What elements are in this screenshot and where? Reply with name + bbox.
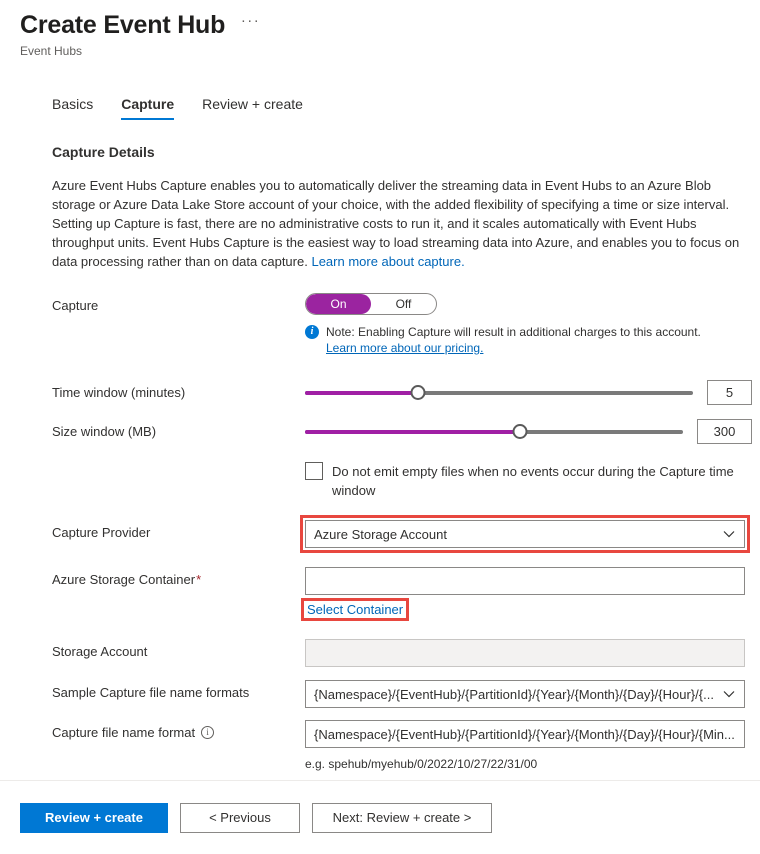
capture-provider-control: Azure Storage Account	[300, 515, 760, 553]
size-window-slider[interactable]	[305, 423, 683, 441]
chevron-down-icon	[722, 690, 736, 698]
capture-note-text: Note: Enabling Capture will result in ad…	[326, 325, 701, 339]
chevron-down-icon	[722, 530, 736, 538]
time-window-slider-thumb[interactable]	[410, 385, 426, 400]
capture-format-control: {Namespace}/{EventHub}/{PartitionId}/{Ye…	[305, 720, 760, 772]
select-container-link[interactable]: Select Container	[305, 601, 405, 618]
capture-label: Capture	[52, 298, 99, 313]
capture-format-value: {Namespace}/{EventHub}/{PartitionId}/{Ye…	[314, 726, 735, 742]
section-title: Capture Details	[52, 144, 155, 160]
next-review-create-button[interactable]: Next: Review + create >	[312, 802, 492, 833]
tab-capture[interactable]: Capture	[121, 95, 174, 120]
capture-toggle[interactable]: On Off	[305, 293, 437, 315]
storage-container-row: Azure Storage Container* Select Containe…	[52, 567, 760, 621]
capture-provider-row: Capture Provider Azure Storage Account	[52, 515, 760, 553]
skip-empty-label[interactable]: Do not emit empty files when no events o…	[332, 462, 742, 500]
capture-note-text-wrap: Note: Enabling Capture will result in ad…	[326, 324, 701, 356]
pricing-link[interactable]: Learn more about our pricing.	[326, 341, 483, 355]
more-options-icon[interactable]: ···	[241, 6, 261, 36]
form-content: Capture Details Azure Event Hubs Capture…	[0, 143, 760, 772]
capture-toggle-on[interactable]: On	[306, 294, 371, 314]
capture-format-example: e.g. spehub/myehub/0/2022/10/27/22/31/00	[305, 757, 538, 771]
review-create-button[interactable]: Review + create	[20, 802, 168, 833]
size-window-value[interactable]: 300	[697, 419, 752, 444]
size-window-control: 300	[305, 419, 760, 444]
tab-review-create[interactable]: Review + create	[202, 95, 303, 120]
time-window-control: 5	[305, 380, 760, 405]
capture-provider-label: Capture Provider	[52, 525, 151, 540]
section-description: Azure Event Hubs Capture enables you to …	[52, 176, 752, 271]
size-window-row: Size window (MB) 300	[52, 419, 760, 444]
capture-control: On Off i Note: Enabling Capture will res…	[305, 293, 760, 356]
select-container-wrap: Select Container	[301, 598, 410, 621]
sample-format-label: Sample Capture file name formats	[52, 685, 250, 700]
info-tooltip-icon[interactable]: i	[201, 726, 215, 740]
capture-format-label: Capture file name format i	[52, 720, 305, 741]
skip-empty-spacer	[52, 444, 305, 448]
time-window-label: Time window (minutes)	[52, 385, 186, 400]
storage-container-control: Select Container	[301, 567, 760, 621]
capture-format-input[interactable]: {Namespace}/{EventHub}/{PartitionId}/{Ye…	[305, 720, 745, 748]
storage-container-input[interactable]	[305, 567, 745, 595]
skip-empty-checkbox-row[interactable]: Do not emit empty files when no events o…	[305, 462, 760, 500]
capture-provider-dropdown[interactable]: Azure Storage Account	[305, 520, 745, 548]
size-window-slider-thumb[interactable]	[512, 424, 528, 439]
time-window-slider-fill	[305, 390, 418, 395]
capture-note: i Note: Enabling Capture will result in …	[305, 324, 760, 356]
sample-format-row: Sample Capture file name formats {Namesp…	[52, 680, 760, 708]
size-window-slider-fill	[305, 429, 521, 434]
skip-empty-checkbox[interactable]	[305, 462, 323, 480]
time-window-value[interactable]: 5	[707, 380, 752, 405]
learn-more-capture-link[interactable]: Learn more about capture.	[311, 254, 464, 269]
previous-button[interactable]: < Previous	[180, 802, 300, 833]
capture-format-label-text: Capture file name format	[52, 725, 196, 740]
info-icon: i	[305, 325, 319, 339]
capture-row: Capture On Off i Note: Enabling Capture …	[52, 293, 760, 356]
storage-account-label: Storage Account	[52, 644, 148, 659]
sample-format-dropdown[interactable]: {Namespace}/{EventHub}/{PartitionId}/{Ye…	[305, 680, 745, 708]
storage-container-label-text: Azure Storage Container	[52, 572, 196, 587]
storage-account-row: Storage Account	[52, 639, 760, 667]
storage-account-control	[305, 639, 760, 667]
page-title: Create Event Hub	[20, 11, 226, 39]
skip-empty-control: Do not emit empty files when no events o…	[305, 444, 760, 500]
size-window-label: Size window (MB)	[52, 424, 157, 439]
storage-container-label: Azure Storage Container*	[52, 567, 305, 588]
breadcrumb: Event Hubs	[20, 44, 83, 58]
storage-account-input	[305, 639, 745, 667]
required-marker: *	[196, 572, 202, 587]
time-window-slider-wrap: 5	[305, 380, 760, 405]
capture-format-row: Capture file name format i {Namespace}/{E…	[52, 720, 760, 772]
wizard-footer: Review + create < Previous Next: Review …	[0, 780, 760, 854]
capture-provider-value: Azure Storage Account	[314, 526, 447, 542]
page-header: Create Event Hub ··· Event Hubs	[0, 0, 760, 59]
wizard-tabs: Basics Capture Review + create	[52, 92, 760, 120]
capture-provider-wrap: Azure Storage Account	[300, 515, 750, 553]
time-window-slider[interactable]	[305, 384, 693, 402]
size-window-slider-wrap: 300	[305, 419, 760, 444]
tab-basics[interactable]: Basics	[52, 95, 93, 120]
skip-empty-row: Do not emit empty files when no events o…	[52, 444, 760, 500]
sample-format-value: {Namespace}/{EventHub}/{PartitionId}/{Ye…	[314, 686, 714, 702]
time-window-row: Time window (minutes) 5	[52, 380, 760, 405]
capture-toggle-off[interactable]: Off	[371, 294, 436, 314]
sample-format-control: {Namespace}/{EventHub}/{PartitionId}/{Ye…	[305, 680, 760, 708]
